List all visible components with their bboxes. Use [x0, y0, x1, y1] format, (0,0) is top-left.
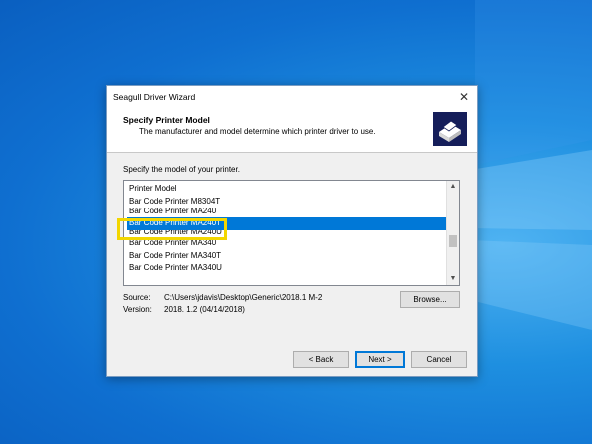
source-row: Source: C:\Users\jdavis\Desktop\Generic\2…	[123, 293, 322, 302]
close-icon[interactable]: ✕	[451, 86, 477, 108]
version-row: Version: 2018. 1.2 (04/14/2018)	[123, 305, 245, 314]
version-value: 2018. 1.2 (04/14/2018)	[164, 305, 245, 314]
next-button[interactable]: Next >	[355, 351, 405, 368]
page-subtitle: The manufacturer and model determine whi…	[139, 127, 376, 136]
vertical-scrollbar[interactable]: ▲ ▼	[446, 181, 459, 285]
list-item[interactable]: Bar Code Printer M8304T	[124, 196, 446, 209]
scroll-down-icon[interactable]: ▼	[447, 273, 459, 285]
window-title: Seagull Driver Wizard	[113, 92, 196, 102]
version-label: Version:	[123, 305, 152, 314]
list-item[interactable]: Bar Code Printer MA240	[124, 208, 446, 217]
title-bar: Seagull Driver Wizard ✕	[107, 86, 477, 108]
printer-icon	[433, 112, 467, 146]
list-item[interactable]: Bar Code Printer MA340U	[124, 262, 446, 275]
list-item[interactable]: Bar Code Printer MA340T	[124, 250, 446, 263]
scroll-up-icon[interactable]: ▲	[447, 181, 459, 193]
back-button[interactable]: < Back	[293, 351, 349, 368]
wizard-body: Specify the model of your printer. Print…	[107, 153, 477, 376]
page-title: Specify Printer Model	[123, 115, 210, 125]
source-label: Source:	[123, 293, 151, 302]
selection-highlight-annotation	[117, 218, 227, 240]
cancel-button[interactable]: Cancel	[411, 351, 467, 368]
source-value: C:\Users\jdavis\Desktop\Generic\2018.1 M…	[164, 293, 323, 302]
browse-button[interactable]: Browse...	[400, 291, 460, 308]
model-prompt: Specify the model of your printer.	[123, 165, 240, 174]
list-header: Printer Model	[129, 184, 177, 193]
scroll-thumb[interactable]	[449, 235, 457, 247]
wizard-header: Specify Printer Model The manufacturer a…	[107, 108, 477, 153]
